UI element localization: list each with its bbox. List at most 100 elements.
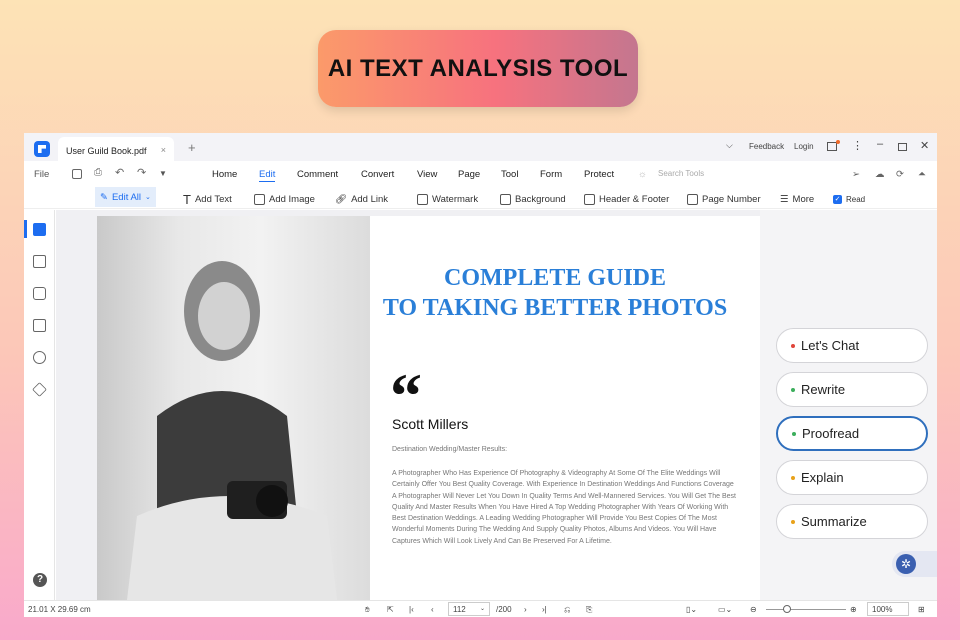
next-page-icon[interactable]: ›: [524, 605, 527, 614]
rotate-right-icon[interactable]: ⎘: [586, 605, 592, 615]
edit-all-label: Edit All: [111, 191, 142, 203]
menu-protect[interactable]: Protect: [584, 169, 614, 180]
notification-icon[interactable]: [827, 142, 837, 151]
zoom-slider-handle[interactable]: [783, 605, 791, 613]
search-icon[interactable]: [33, 351, 46, 364]
sync-icon[interactable]: ⟳: [896, 169, 904, 180]
background-button[interactable]: Background: [500, 190, 566, 208]
document-subtitle: Destination Wedding/Master Results:: [392, 446, 508, 453]
document-body: A Photographer Who Has Experience Of Pho…: [392, 470, 736, 545]
more-lines-icon: ☰: [780, 193, 789, 205]
summarize-button[interactable]: Summarize: [776, 504, 928, 539]
share-icon[interactable]: ➢: [852, 169, 860, 180]
close-window-icon[interactable]: ✕: [920, 139, 929, 152]
add-image-button[interactable]: Add Image: [254, 190, 315, 208]
save-icon[interactable]: [72, 169, 82, 179]
explain-button[interactable]: Explain: [776, 460, 928, 495]
menu-view[interactable]: View: [417, 169, 437, 180]
zoom-in-icon[interactable]: ⊕: [850, 605, 857, 614]
login-link[interactable]: Login: [794, 142, 814, 151]
undo-icon[interactable]: ↶: [115, 166, 124, 179]
page-fit-icon[interactable]: ▭⌄: [718, 605, 732, 614]
layers-icon[interactable]: [32, 382, 47, 397]
menu-comment[interactable]: Comment: [297, 169, 338, 180]
more-button[interactable]: ☰ More: [780, 190, 814, 208]
header-footer-button[interactable]: Header & Footer: [584, 190, 669, 208]
menu-file[interactable]: File: [34, 169, 49, 180]
menu-page[interactable]: Page: [458, 169, 480, 180]
print-icon[interactable]: ⎙: [94, 167, 102, 178]
status-dot: [792, 431, 796, 436]
hand-tool-icon[interactable]: ✋︎: [365, 605, 370, 615]
search-tools-input[interactable]: Search Tools: [658, 169, 704, 178]
zoom-slider[interactable]: [766, 609, 846, 610]
pdf-page: COMPLETE GUIDE TO TAKING BETTER PHOTOS “…: [370, 216, 760, 600]
header-footer-icon: [584, 193, 595, 205]
comment-icon[interactable]: [33, 287, 46, 300]
feedback-link[interactable]: Feedback: [749, 142, 784, 151]
collapse-ribbon-icon[interactable]: ⏶: [918, 169, 926, 180]
app-window: User Guild Book.pdf × + ⌵ Feedback Login …: [24, 133, 937, 617]
help-icon[interactable]: ?: [33, 573, 47, 587]
proofread-label: Proofread: [802, 426, 860, 441]
checkbox-checked-icon: ✓: [833, 194, 842, 204]
bookmark-icon[interactable]: [33, 255, 46, 268]
status-bar: 21.01 X 29.69 cm ✋︎ ⇱ |‹ ‹ 112 ⌄ /200 › ›…: [24, 600, 937, 617]
add-text-label: Add Text: [194, 193, 232, 205]
rewrite-button[interactable]: Rewrite: [776, 372, 928, 407]
quick-access-dropdown-icon[interactable]: ▼: [159, 169, 167, 178]
ai-assistant-tab[interactable]: ✲: [892, 551, 937, 577]
menu-form[interactable]: Form: [540, 169, 562, 180]
add-link-button[interactable]: 🔗︎ Add Link: [335, 190, 388, 208]
summarize-label: Summarize: [801, 514, 867, 529]
page-number-label: Page Number: [702, 193, 761, 205]
add-text-button[interactable]: T Add Text: [183, 190, 232, 208]
last-page-icon[interactable]: ›|: [542, 605, 547, 614]
document-tab[interactable]: User Guild Book.pdf ×: [58, 137, 174, 161]
ai-panel: Let's Chat Rewrite Proofread Explain Sum…: [760, 210, 937, 600]
image-icon: [254, 193, 265, 205]
menu-home[interactable]: Home: [212, 169, 237, 180]
proofread-button[interactable]: Proofread: [776, 416, 928, 451]
menu-tool[interactable]: Tool: [501, 169, 518, 180]
attachment-icon[interactable]: [33, 319, 46, 332]
zoom-out-icon[interactable]: ⊖: [750, 605, 757, 614]
page-number-input[interactable]: 112 ⌄: [448, 602, 490, 616]
current-page: 112: [453, 605, 466, 614]
rewrite-label: Rewrite: [801, 382, 846, 397]
minimize-icon[interactable]: –: [877, 138, 883, 150]
more-options-icon[interactable]: ⋮: [852, 139, 863, 152]
page-number-button[interactable]: Page Number: [687, 190, 761, 208]
maximize-icon[interactable]: [898, 143, 907, 151]
banner-title: AI TEXT ANALYSIS TOOL: [318, 30, 638, 107]
menu-edit[interactable]: Edit: [259, 169, 276, 182]
tab-bar: User Guild Book.pdf × + ⌵ Feedback Login …: [24, 133, 937, 161]
text-icon: T: [183, 191, 191, 207]
new-tab-button[interactable]: +: [188, 140, 196, 155]
notification-dot: [836, 140, 840, 144]
upload-cloud-icon[interactable]: ☁: [875, 169, 885, 180]
page-layout-icon[interactable]: ▯⌄: [686, 605, 697, 614]
rotate-left-icon[interactable]: ⎌: [564, 605, 570, 615]
background-label: Background: [515, 193, 566, 205]
close-tab-icon[interactable]: ×: [161, 145, 166, 155]
read-checkbox[interactable]: ✓ Read: [833, 190, 865, 208]
add-image-label: Add Image: [269, 193, 315, 205]
menu-convert[interactable]: Convert: [361, 169, 394, 180]
first-page-icon[interactable]: |‹: [409, 605, 414, 614]
zoom-level-select[interactable]: 100%: [867, 602, 909, 616]
chevron-down-icon[interactable]: ⌵: [726, 140, 733, 151]
status-dot: [791, 343, 795, 348]
previous-page-icon[interactable]: ‹: [431, 605, 434, 614]
lets-chat-button[interactable]: Let's Chat: [776, 328, 928, 363]
watermark-button[interactable]: Watermark: [417, 190, 478, 208]
edit-all-button[interactable]: ✎ Edit All ⌄: [95, 187, 156, 207]
thumbnails-icon[interactable]: [33, 223, 46, 236]
page-number-icon: [687, 193, 698, 205]
add-link-label: Add Link: [351, 193, 389, 205]
redo-icon[interactable]: ↷: [137, 166, 146, 179]
watermark-icon: [417, 193, 428, 205]
fullscreen-icon[interactable]: ⊞: [918, 605, 925, 614]
app-logo-icon: [34, 141, 50, 157]
select-tool-icon[interactable]: ⇱: [387, 605, 394, 614]
